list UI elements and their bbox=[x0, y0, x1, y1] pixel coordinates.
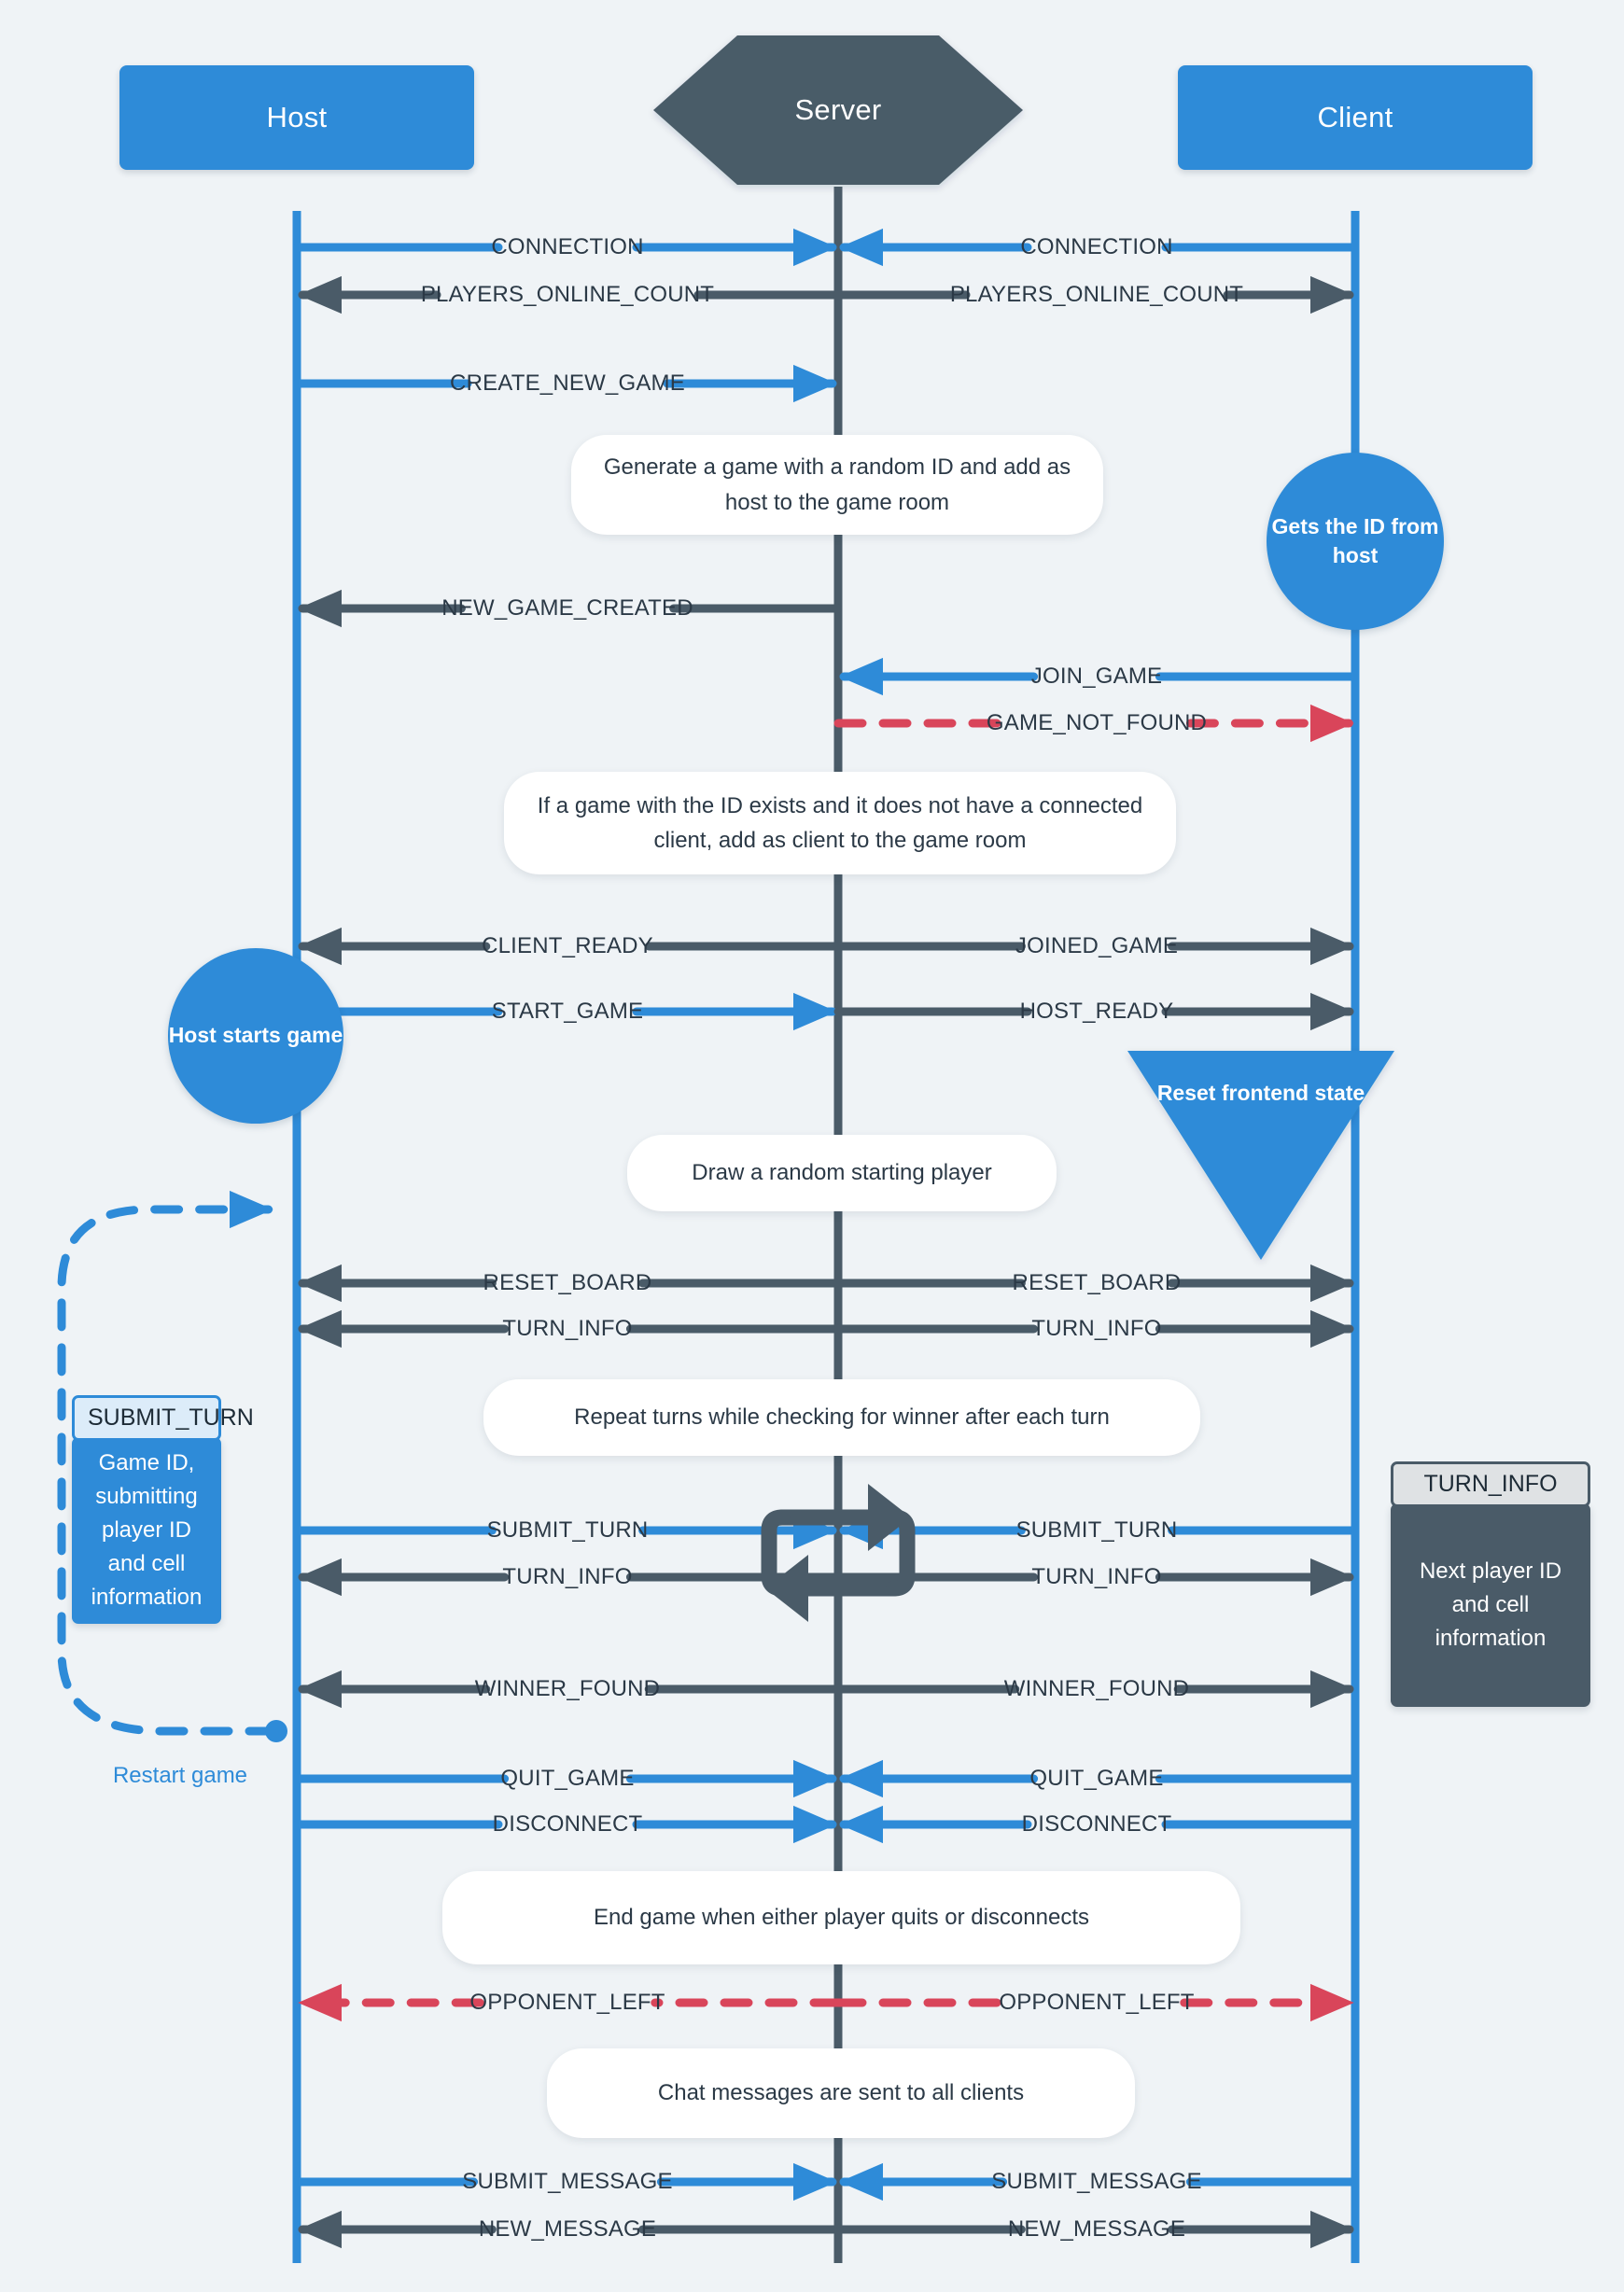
callout-gets-id-from-host: Gets the ID from host bbox=[1267, 453, 1444, 630]
message-label-m14: RESET_BOARD bbox=[1012, 1270, 1182, 1295]
note-text: Draw a random starting player bbox=[692, 1160, 992, 1186]
note-join-conditions: If a game with the ID exists and it does… bbox=[504, 772, 1176, 874]
message-label-m29: SUBMIT_MESSAGE bbox=[462, 2169, 673, 2194]
message-label-m13: RESET_BOARD bbox=[483, 1270, 652, 1295]
payload-turn-info: TURN_INFO Next player ID and cell inform… bbox=[1391, 1461, 1590, 1707]
message-label-m17: SUBMIT_TURN bbox=[486, 1517, 649, 1543]
sequence-diagram: Host Server Client Generate a game with … bbox=[0, 0, 1624, 2292]
message-label-m27: OPPONENT_LEFT bbox=[469, 1990, 665, 2015]
message-label-m16: TURN_INFO bbox=[1031, 1316, 1162, 1341]
message-label-m26: DISCONNECT bbox=[1021, 1811, 1172, 1837]
callout-text: Gets the ID from host bbox=[1271, 513, 1439, 567]
message-label-m4: PLAYERS_ONLINE_COUNT bbox=[949, 282, 1244, 307]
callout-text: Host starts game bbox=[168, 1023, 343, 1048]
restart-game-label: Restart game bbox=[112, 1763, 248, 1788]
note-repeat-turns: Repeat turns while checking for winner a… bbox=[483, 1379, 1200, 1456]
actor-host-label: Host bbox=[266, 100, 328, 133]
message-label-m7: JOIN_GAME bbox=[1030, 664, 1163, 689]
payload-header: SUBMIT_TURN bbox=[72, 1395, 254, 1441]
message-label-m19: TURN_INFO bbox=[502, 1564, 633, 1589]
actor-host[interactable]: Host bbox=[119, 65, 474, 170]
message-label-m21: WINNER_FOUND bbox=[474, 1676, 661, 1701]
payload-submit-turn: SUBMIT_TURN Game ID, submitting player I… bbox=[72, 1395, 254, 1624]
message-label-m12: HOST_READY bbox=[1019, 999, 1174, 1024]
note-text: Chat messages are sent to all clients bbox=[657, 2080, 1025, 2106]
actor-server[interactable]: Server bbox=[653, 35, 1023, 185]
actor-server-label: Server bbox=[794, 92, 882, 126]
message-label-m23: QUIT_GAME bbox=[500, 1766, 635, 1791]
message-label-m8: GAME_NOT_FOUND bbox=[986, 710, 1208, 735]
message-label-m3: PLAYERS_ONLINE_COUNT bbox=[420, 282, 715, 307]
note-text: End game when either player quits or dis… bbox=[594, 1905, 1089, 1931]
actor-client-label: Client bbox=[1317, 100, 1393, 133]
callout-text: Reset frontend state bbox=[1156, 1081, 1365, 1105]
message-label-m9: CLIENT_READY bbox=[482, 933, 653, 958]
note-chat-messages: Chat messages are sent to all clients bbox=[547, 2048, 1135, 2138]
message-label-m22: WINNER_FOUND bbox=[1003, 1676, 1190, 1701]
message-label-m10: JOINED_GAME bbox=[1015, 933, 1179, 958]
message-label-m6: NEW_GAME_CREATED bbox=[441, 595, 693, 621]
note-draw-starting-player: Draw a random starting player bbox=[627, 1135, 1057, 1211]
message-label-m18: SUBMIT_TURN bbox=[1015, 1517, 1178, 1543]
payload-body: Next player ID and cell information bbox=[1391, 1503, 1590, 1707]
message-label-m5: CREATE_NEW_GAME bbox=[450, 370, 685, 396]
callout-reset-frontend-state: Reset frontend state bbox=[1127, 1051, 1394, 1260]
message-label-m24: QUIT_GAME bbox=[1029, 1766, 1164, 1791]
note-text: Generate a game with a random ID and add… bbox=[603, 454, 1071, 515]
message-label-m32: NEW_MESSAGE bbox=[1007, 2216, 1186, 2242]
message-label-m25: DISCONNECT bbox=[492, 1811, 643, 1837]
message-label-m2: CONNECTION bbox=[1020, 234, 1173, 259]
note-end-game: End game when either player quits or dis… bbox=[442, 1871, 1240, 1964]
note-text: Repeat turns while checking for winner a… bbox=[574, 1405, 1110, 1431]
note-text: If a game with the ID exists and it does… bbox=[537, 792, 1143, 853]
message-label-m28: OPPONENT_LEFT bbox=[999, 1990, 1195, 2015]
message-label-m15: TURN_INFO bbox=[502, 1316, 633, 1341]
message-label-m31: NEW_MESSAGE bbox=[478, 2216, 657, 2242]
message-label-m30: SUBMIT_MESSAGE bbox=[991, 2169, 1202, 2194]
note-generate-game: Generate a game with a random ID and add… bbox=[571, 435, 1103, 535]
message-label-m1: CONNECTION bbox=[491, 234, 644, 259]
message-label-m11: START_GAME bbox=[491, 999, 644, 1024]
payload-header: TURN_INFO bbox=[1391, 1461, 1590, 1507]
callout-host-starts-game: Host starts game bbox=[168, 948, 343, 1124]
payload-body: Game ID, submitting player ID and cell i… bbox=[72, 1437, 221, 1624]
message-label-m20: TURN_INFO bbox=[1031, 1564, 1162, 1589]
actor-client[interactable]: Client bbox=[1178, 65, 1533, 170]
